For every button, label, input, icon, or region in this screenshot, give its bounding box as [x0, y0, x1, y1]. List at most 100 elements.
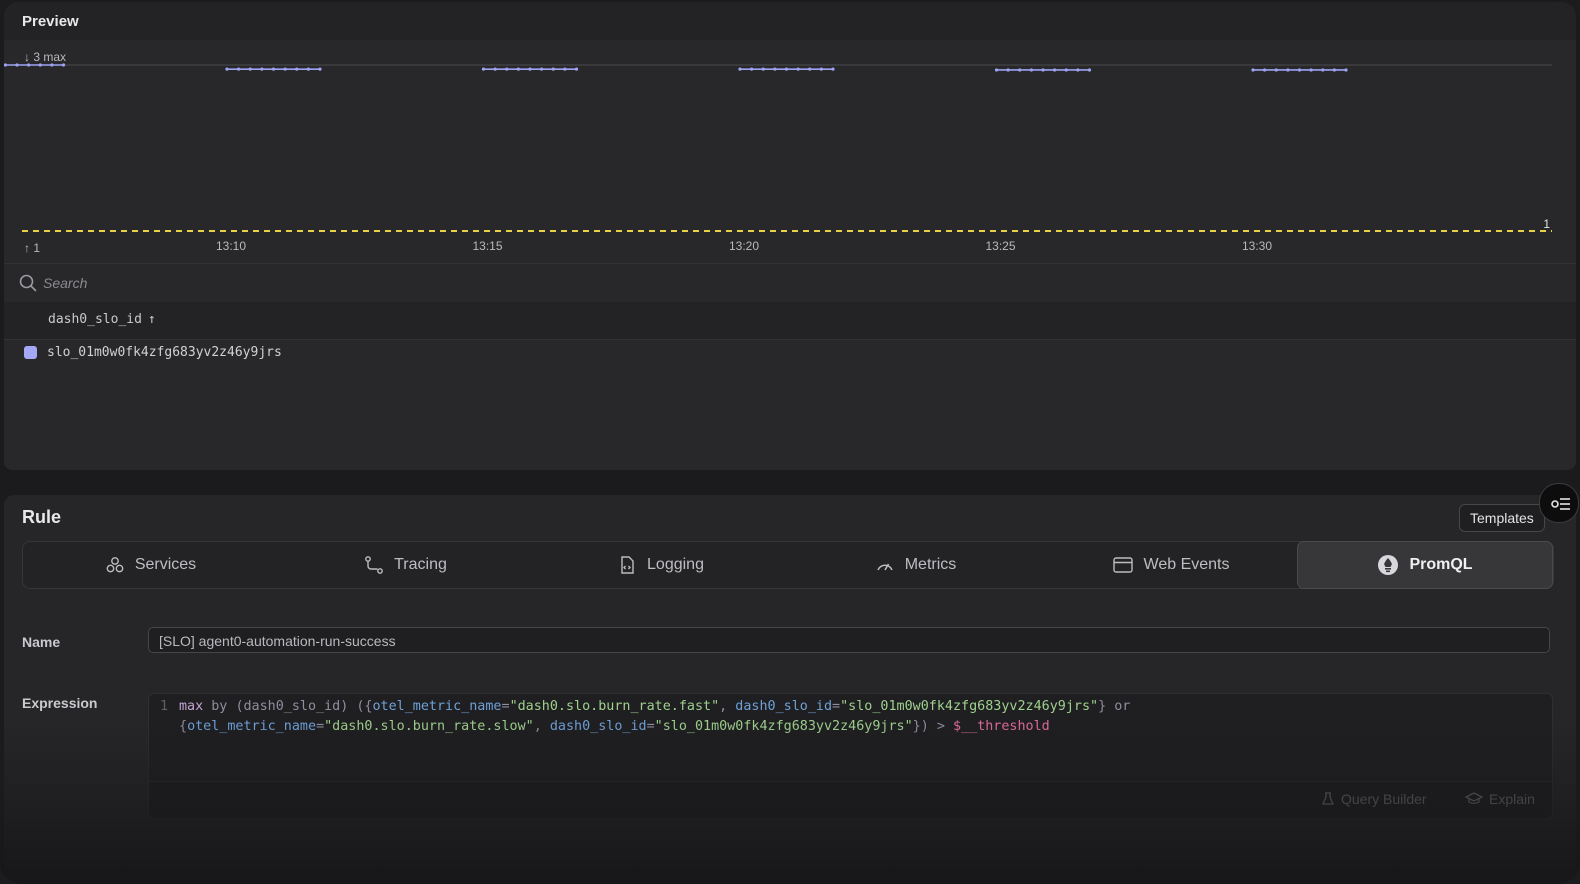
- series-point: [551, 67, 555, 71]
- series-point: [1251, 68, 1255, 72]
- series-point: [61, 63, 66, 67]
- metrics-icon: [877, 563, 893, 571]
- series-point: [831, 67, 835, 71]
- table-row[interactable]: slo_01m0w0fk4zfg683yv2z46y9jrs: [4, 341, 1576, 369]
- series-point: [1263, 68, 1267, 72]
- series-point: [1321, 68, 1325, 72]
- rule-type-tabs: Services Tracing Logging Metrics Web Eve…: [22, 541, 1554, 589]
- rule-name-input[interactable]: [SLO] agent0-automation-run-success: [148, 627, 1550, 653]
- series-point: [1029, 68, 1033, 72]
- expression-editor[interactable]: 1 max by (dash0_slo_id) ({otel_metric_nam…: [148, 693, 1553, 819]
- series-point: [796, 67, 800, 71]
- y-min-label: ↑ 1: [24, 241, 40, 255]
- rule-title: Rule: [22, 507, 62, 527]
- threshold-label: 1: [1543, 217, 1550, 231]
- series-point: [225, 67, 229, 71]
- series-point: [260, 67, 264, 71]
- templates-button[interactable]: Templates: [1459, 504, 1545, 532]
- series-point: [773, 67, 777, 71]
- series-point: [481, 67, 486, 71]
- column-header-slo-id[interactable]: dash0_slo_id ↑: [48, 312, 156, 327]
- tracing-icon: [365, 556, 384, 574]
- preview-header: Preview: [4, 2, 1576, 40]
- tab-label: Metrics: [904, 556, 957, 573]
- x-tick-label: 13:15: [472, 239, 502, 253]
- expression-code[interactable]: 1 max by (dash0_slo_id) ({otel_metric_nam…: [149, 697, 1130, 736]
- tab-services[interactable]: Services: [23, 542, 278, 588]
- expression-label: Expression: [22, 695, 98, 711]
- y-max-label: ↓ 3 max: [24, 50, 66, 64]
- app-frame: Preview ↓ 3 max 1 ↑ 1 13:10 13:15 13:20 13:25 1…: [0, 0, 1580, 884]
- series-point: [1087, 68, 1092, 72]
- series-point: [1053, 68, 1057, 72]
- search-input[interactable]: Search: [43, 275, 87, 291]
- tab-label: Tracing: [394, 556, 447, 573]
- series-point: [237, 67, 241, 71]
- series-point: [1332, 68, 1336, 72]
- query-builder-button[interactable]: Query Builder: [1321, 791, 1427, 807]
- series-point: [761, 67, 765, 71]
- row-slo-id: slo_01m0w0fk4zfg683yv2z46y9jrs: [47, 345, 282, 360]
- search-bar[interactable]: Search: [4, 263, 1576, 303]
- series-point: [295, 67, 299, 71]
- preview-panel: Preview ↓ 3 max 1 ↑ 1 13:10 13:15 13:20 13:25 1…: [4, 2, 1576, 470]
- logging-icon: [621, 556, 634, 574]
- series-point: [493, 67, 497, 71]
- series-point: [808, 67, 812, 71]
- column-header-label: dash0_slo_id: [48, 312, 142, 327]
- rule-panel: Rule Templates Services Tracing Logging …: [4, 483, 1579, 884]
- series-point: [1041, 68, 1045, 72]
- tab-web-events[interactable]: Web Events: [1043, 542, 1298, 588]
- x-tick-label: 13:20: [729, 239, 759, 253]
- series-point: [516, 67, 520, 71]
- series-point: [1297, 68, 1302, 72]
- series-point: [1076, 68, 1080, 72]
- tab-promql[interactable]: PromQL: [1297, 541, 1553, 589]
- expression-footer: Query Builder Explain: [149, 781, 1552, 818]
- series-point: [318, 67, 322, 71]
- series-point: [574, 67, 579, 71]
- name-label: Name: [22, 634, 61, 650]
- series-point: [1286, 68, 1290, 72]
- series-point: [540, 67, 544, 71]
- series-point: [4, 63, 7, 67]
- tab-label: PromQL: [1409, 556, 1473, 573]
- explain-button[interactable]: Explain: [1465, 791, 1535, 807]
- series-point: [528, 67, 532, 71]
- filter-toggle-button[interactable]: [1539, 483, 1579, 523]
- series-point: [38, 63, 42, 67]
- series-point: [271, 67, 276, 71]
- tab-label: Web Events: [1143, 556, 1230, 573]
- web-events-icon: [1112, 557, 1133, 573]
- series-point: [738, 67, 742, 71]
- x-tick-label: 13:30: [1242, 239, 1272, 253]
- explain-label: Explain: [1489, 791, 1535, 807]
- series-point: [283, 67, 287, 71]
- tab-logging[interactable]: Logging: [533, 542, 788, 588]
- query-builder-icon: [1322, 792, 1334, 805]
- tab-tracing[interactable]: Tracing: [278, 542, 533, 588]
- series-point: [50, 63, 54, 67]
- series-point: [563, 67, 567, 71]
- series-point: [750, 67, 754, 71]
- search-icon: [19, 274, 37, 292]
- series-point: [1274, 68, 1278, 72]
- series-point: [1064, 68, 1068, 72]
- series-point: [15, 63, 19, 67]
- series-point: [248, 67, 252, 71]
- series-color-swatch[interactable]: [24, 346, 37, 359]
- tab-metrics[interactable]: Metrics: [788, 542, 1043, 588]
- tab-label: Services: [134, 556, 197, 573]
- series-point: [1006, 68, 1010, 72]
- x-tick-label: 13:10: [216, 239, 246, 253]
- table-header: dash0_slo_id ↑: [4, 302, 1576, 340]
- tab-label: Logging: [647, 556, 704, 573]
- series-point: [306, 67, 310, 71]
- series-point: [784, 67, 789, 71]
- line-number: 1: [159, 699, 169, 714]
- services-icon: [106, 557, 124, 573]
- series-point: [994, 68, 999, 72]
- preview-chart[interactable]: ↓ 3 max 1 ↑ 1 13:10 13:15 13:20 13:25 13:30: [4, 40, 1576, 262]
- preview-title: Preview: [22, 13, 79, 30]
- sort-ascending-icon[interactable]: ↑: [148, 312, 156, 327]
